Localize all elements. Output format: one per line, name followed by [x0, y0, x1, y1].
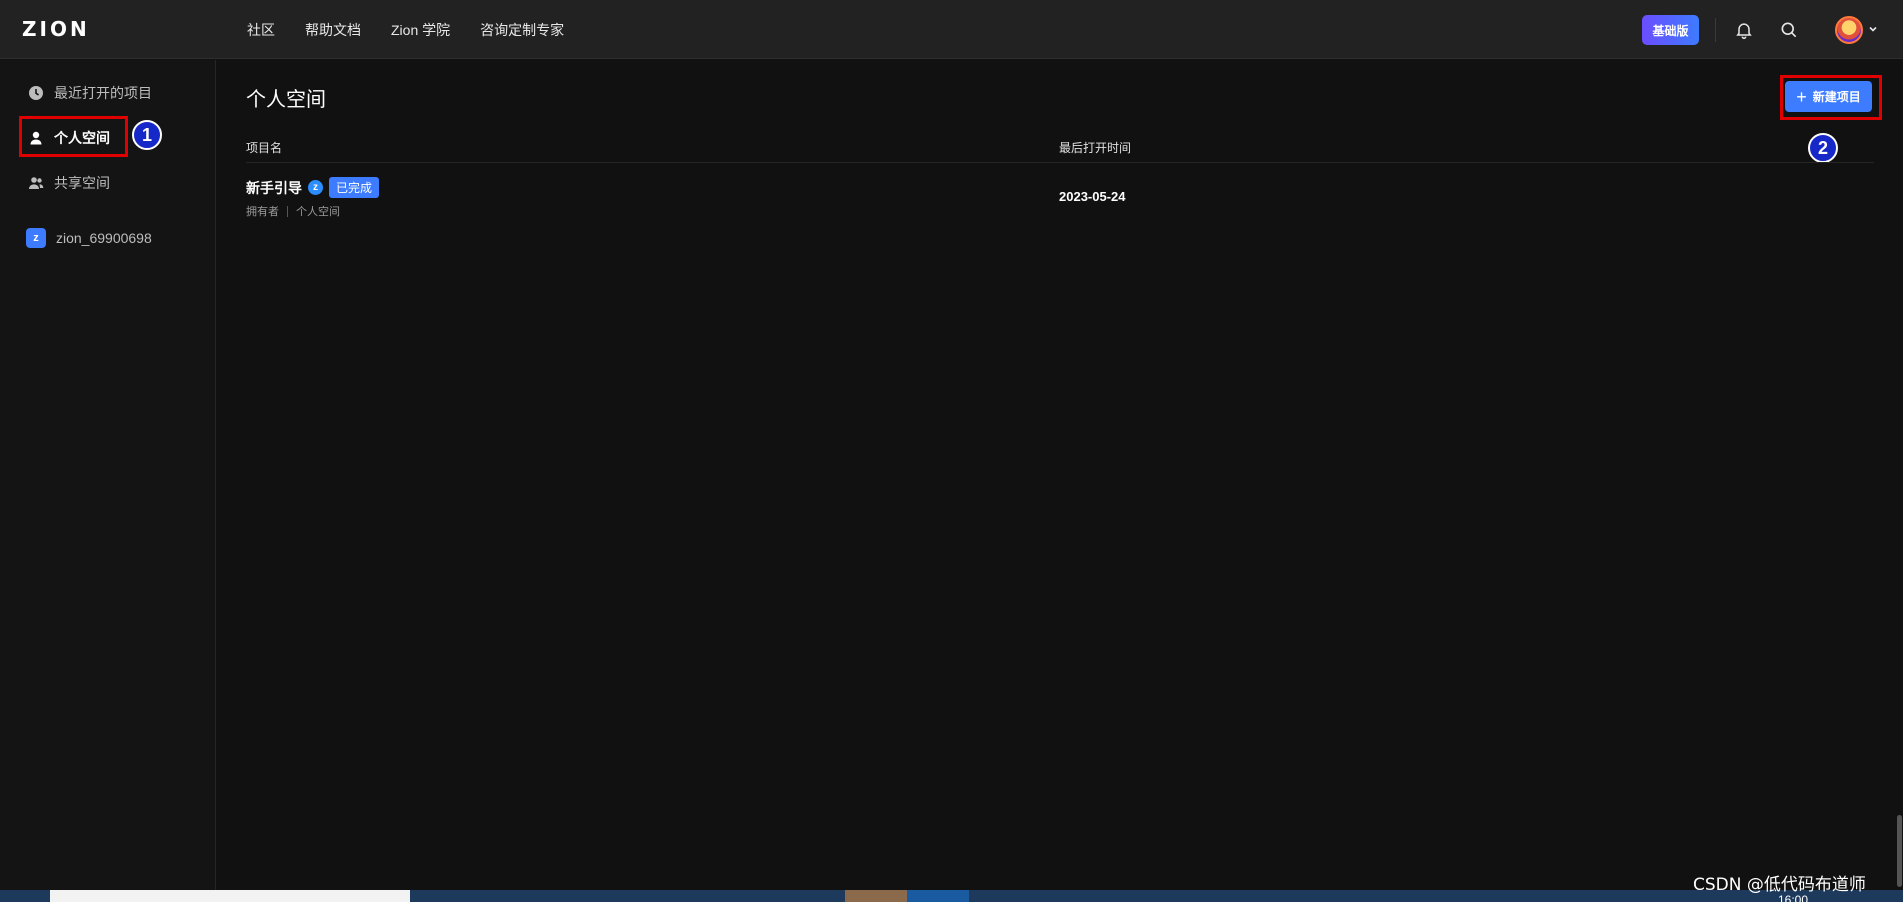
top-nav: 社区 帮助文档 Zion 学院 咨询定制专家	[247, 0, 564, 59]
sidebar-item-shared[interactable]: 共享空间	[28, 173, 110, 193]
zion-badge-icon: z	[308, 180, 323, 195]
status-badge: 已完成	[329, 177, 380, 198]
sidebar: 最近打开的项目 个人空间 共享空间 z zion_69900698	[0, 60, 216, 890]
page-title: 个人空间	[246, 89, 326, 111]
chevron-down-icon[interactable]	[1867, 22, 1879, 40]
taskbar-app[interactable]	[907, 890, 969, 902]
workspace-icon: z	[26, 228, 46, 248]
sidebar-item-recent[interactable]: 最近打开的项目	[28, 83, 152, 103]
scrollbar[interactable]	[1897, 815, 1902, 887]
owner-label: 拥有者	[246, 206, 279, 218]
annotation-badge-2: 2	[1808, 133, 1838, 163]
project-space: 个人空间	[296, 206, 340, 218]
watermark: CSDN @低代码布道师	[1693, 875, 1866, 895]
table-header-divider	[246, 162, 1874, 163]
project-name[interactable]: 新手引导	[246, 178, 302, 198]
new-project-label: 新建项目	[1812, 90, 1861, 104]
divider	[1715, 18, 1716, 42]
sidebar-item-label: 共享空间	[54, 175, 110, 191]
column-header-name[interactable]: 项目名	[246, 139, 282, 156]
new-project-button[interactable]: + 新建项目	[1785, 81, 1872, 112]
os-taskbar	[0, 890, 1903, 902]
taskbar-search-area[interactable]	[50, 890, 410, 902]
project-meta: 拥有者 个人空间	[246, 203, 340, 219]
plus-icon: +	[1796, 86, 1807, 107]
column-header-last-opened[interactable]: 最后打开时间	[1059, 139, 1131, 156]
zion-logo[interactable]: ZION	[22, 17, 90, 41]
nav-community[interactable]: 社区	[247, 20, 275, 40]
nav-help-docs[interactable]: 帮助文档	[305, 20, 361, 40]
avatar[interactable]	[1835, 16, 1863, 44]
nav-zion-academy[interactable]: Zion 学院	[391, 20, 450, 40]
nav-consult-expert[interactable]: 咨询定制专家	[480, 20, 564, 40]
highlight-box-personal	[19, 116, 128, 157]
last-opened-date: 2023-05-24	[1059, 189, 1126, 204]
project-name-cell[interactable]: 新手引导 z 已完成	[246, 177, 380, 198]
annotation-badge-1: 1	[132, 120, 162, 150]
bell-icon[interactable]	[1732, 18, 1756, 42]
plan-badge[interactable]: 基础版	[1642, 15, 1699, 45]
users-icon	[29, 177, 44, 189]
taskbar-clock: 16:00	[1778, 893, 1809, 902]
meta-divider	[287, 205, 288, 217]
sidebar-item-workspace[interactable]: z zion_69900698	[26, 228, 152, 248]
workspace-name: zion_69900698	[56, 230, 152, 246]
sidebar-item-label: 最近打开的项目	[54, 85, 152, 101]
search-icon[interactable]	[1777, 18, 1801, 42]
taskbar-app[interactable]	[845, 890, 907, 902]
clock-icon	[29, 86, 43, 100]
top-bar: ZION 社区 帮助文档 Zion 学院 咨询定制专家 基础版	[0, 0, 1903, 59]
